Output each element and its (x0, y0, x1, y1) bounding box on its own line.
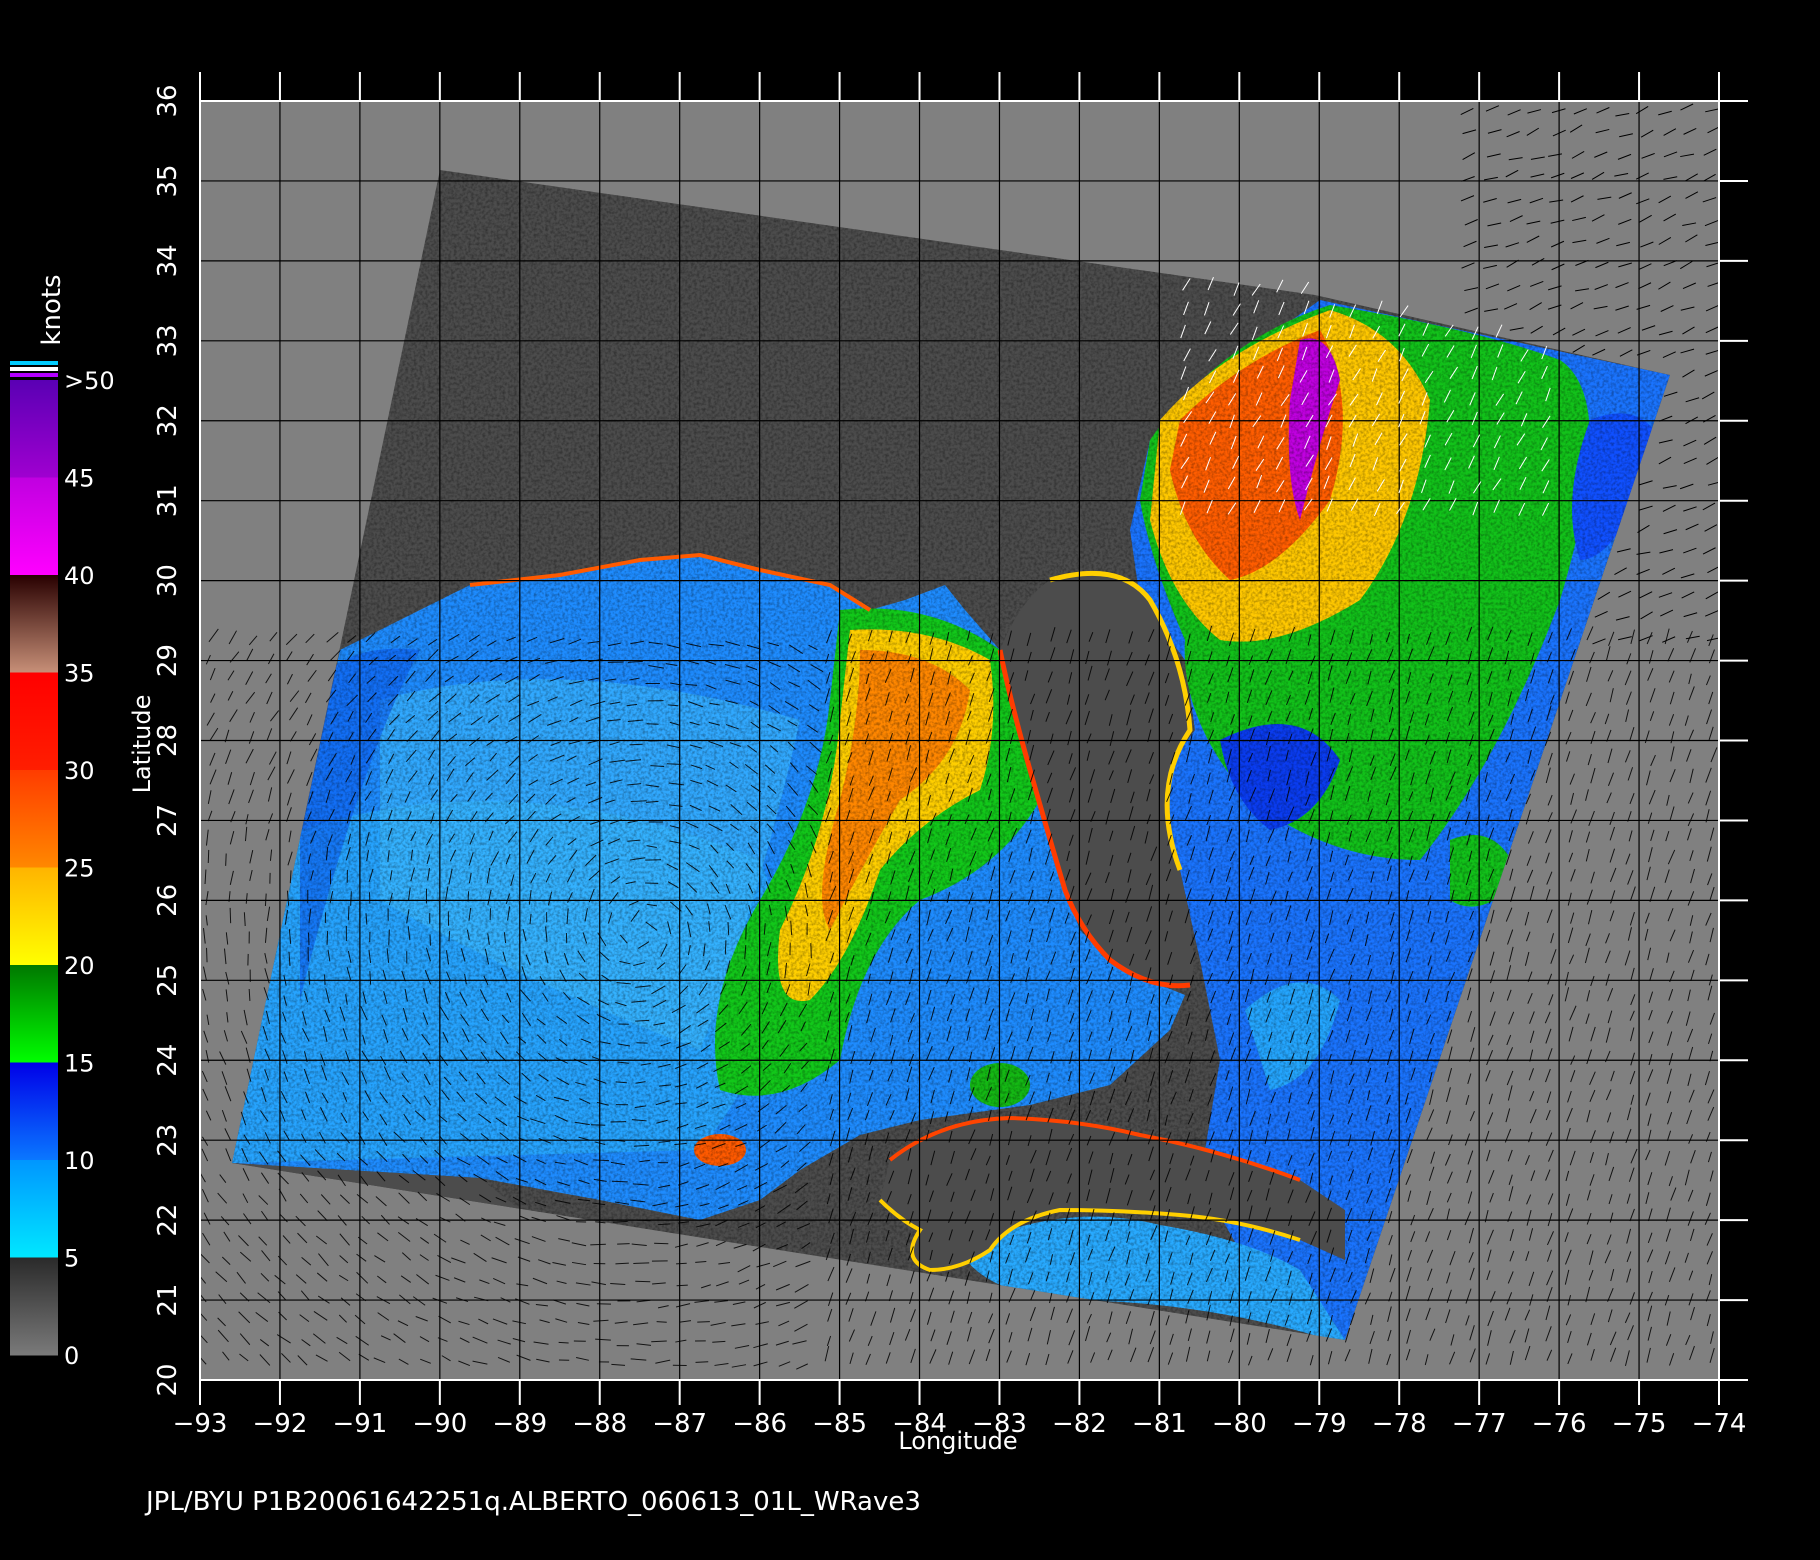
colorbar-bin (10, 1160, 58, 1258)
lon-tick-label: −82 (1052, 1409, 1107, 1439)
colorbar-label: 20 (64, 952, 95, 980)
lon-tick-label: −86 (732, 1409, 787, 1439)
lon-tick-label: −93 (173, 1409, 228, 1439)
lat-tick-label: 36 (153, 84, 183, 117)
lat-tick-label: 35 (153, 164, 183, 197)
colorbar-label: 0 (64, 1342, 79, 1370)
wind-barb (635, 1280, 651, 1283)
colorbar-bin (10, 965, 58, 1063)
lon-tick-label: −88 (572, 1409, 627, 1439)
colorbar-bin (10, 770, 58, 868)
lat-tick-label: 30 (153, 564, 183, 597)
wind-barb (676, 1284, 688, 1287)
wind-barb (225, 853, 227, 866)
wind-barb (654, 1242, 669, 1245)
colorbar-overflow-stripe (10, 361, 58, 365)
lon-tick-label: −91 (332, 1409, 387, 1439)
footer-caption: JPL/BYU P1B20061642251q.ALBERTO_060613_0… (144, 1487, 921, 1517)
wind-barb (229, 907, 232, 924)
wind-barb (347, 906, 350, 921)
lon-tick-label: −87 (652, 1409, 707, 1439)
wind-barb (307, 932, 310, 946)
lat-tick-label: 29 (153, 644, 183, 677)
wind-barb (810, 943, 812, 959)
lat-tick-label: 28 (153, 724, 183, 757)
wind-barb (593, 1159, 609, 1162)
lon-tick-label: −92 (253, 1409, 308, 1439)
wind-barb (590, 1124, 606, 1126)
wind-barb (633, 1262, 650, 1264)
lat-tick-label: 20 (153, 1363, 183, 1396)
lat-tick-label: 33 (153, 324, 183, 357)
latitude-tick-labels: 20 21 22 23 24 25 26 27 28 29 30 31 32 33 34 35 36 (153, 84, 183, 1396)
wind-barb (467, 891, 470, 902)
wind-barb (350, 891, 352, 906)
colorbar-label: 15 (64, 1050, 95, 1078)
lat-tick-label: 34 (153, 244, 183, 277)
colorbar-bin (10, 575, 58, 673)
lon-tick-label: −85 (812, 1409, 867, 1439)
lon-tick-label: −77 (1452, 1409, 1507, 1439)
colorbar-unit-label: knots (37, 274, 67, 345)
wind-barb (666, 763, 682, 765)
colorbar-label: 35 (64, 660, 95, 688)
colorbar-bin (10, 1062, 58, 1161)
lat-tick-label: 32 (153, 404, 183, 437)
colorbar-overflow-stripe (10, 373, 58, 377)
colorbar-label: 25 (64, 855, 95, 883)
lat-tick-label: 31 (153, 484, 183, 517)
colorbar-label: 10 (64, 1147, 95, 1175)
lon-tick-label: −78 (1372, 1409, 1427, 1439)
lon-tick-label: −80 (1212, 1409, 1267, 1439)
colorbar-bin (10, 1257, 58, 1356)
wind-barb (308, 970, 311, 985)
wind-barb (724, 940, 727, 955)
wind-barb (558, 1341, 569, 1344)
lat-tick-label: 27 (153, 804, 183, 837)
wind-barb (656, 1321, 667, 1323)
wind-speed-map: −93 −92 −91 −90 −89 −88 −87 −86 −85 −84 −83 −82 −81−… (10, 72, 1748, 1517)
lon-tick-label: −89 (492, 1409, 547, 1439)
wind-barb (695, 1361, 709, 1363)
wind-barb (448, 930, 451, 942)
lat-tick-label: 22 (153, 1204, 183, 1237)
lat-tick-label: 25 (153, 964, 183, 997)
lon-tick-label: −81 (1132, 1409, 1187, 1439)
wind-barb (326, 931, 329, 945)
colorbar-bin (10, 672, 58, 771)
wind-barb (615, 1262, 629, 1265)
lon-tick-label: −79 (1292, 1409, 1347, 1439)
colorbar-bin (10, 380, 58, 478)
colorbar (10, 361, 58, 1356)
lon-tick-label: −90 (412, 1409, 467, 1439)
y-axis-label: Latitude (128, 695, 156, 794)
lon-tick-label: −75 (1612, 1409, 1667, 1439)
wind-barb (388, 929, 390, 946)
wind-barb (590, 1243, 606, 1246)
wind-barb (629, 743, 643, 746)
lat-tick-label: 26 (153, 884, 183, 917)
wind-barb (206, 947, 208, 963)
colorbar-labels: 0 5 10 15 20 25 30 35 40 45 >50 (64, 367, 115, 1370)
colorbar-bin (10, 477, 58, 576)
colorbar-label: 40 (64, 562, 95, 590)
colorbar-label: 30 (64, 757, 95, 785)
lat-tick-label: 21 (153, 1284, 183, 1317)
wind-barb (635, 1019, 650, 1022)
wind-barb (617, 1243, 630, 1245)
colorbar-bin (10, 867, 58, 966)
wind-barb (646, 723, 659, 725)
colorbar-overflow-stripe (10, 367, 58, 371)
lat-tick-label: 24 (153, 1044, 183, 1077)
wind-barb (676, 1262, 687, 1265)
colorbar-label: 45 (64, 465, 95, 493)
x-axis-label: Longitude (898, 1427, 1017, 1455)
colorbar-label: >50 (64, 367, 115, 395)
lat-tick-label: 23 (153, 1124, 183, 1157)
lon-tick-label: −74 (1692, 1409, 1747, 1439)
wind-barb (745, 924, 747, 940)
colorbar-label: 5 (64, 1245, 79, 1273)
lon-tick-label: −76 (1532, 1409, 1587, 1439)
